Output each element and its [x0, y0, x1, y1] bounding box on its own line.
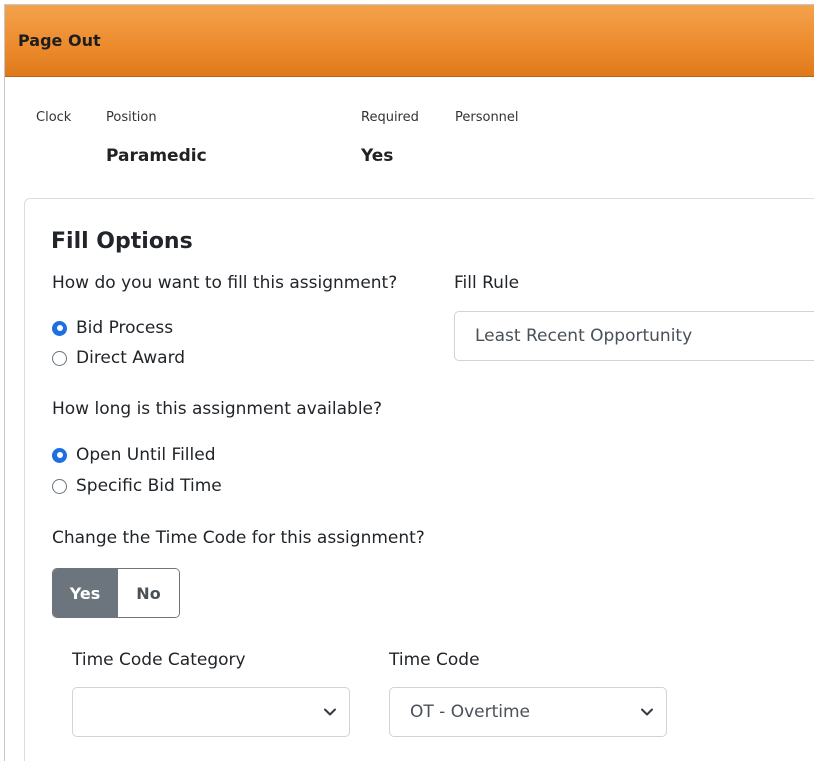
radio-open-until-filled-indicator[interactable]: [52, 447, 67, 463]
radio-bid-process-indicator[interactable]: [52, 320, 67, 336]
chevron-down-icon: [324, 708, 336, 716]
time-code-toggle: Yes No: [52, 568, 180, 618]
radio-open-until-filled-label: Open Until Filled: [76, 445, 216, 465]
fill-options-card: Fill Options How do you want to fill thi…: [24, 198, 814, 761]
time-code-label: Time Code: [389, 650, 480, 670]
radio-specific-bid-time-indicator[interactable]: [52, 478, 67, 494]
fill-rule-label: Fill Rule: [454, 273, 520, 293]
page-title: Page Out: [18, 31, 101, 50]
radio-specific-bid-time[interactable]: Specific Bid Time: [52, 476, 222, 496]
time-code-value: OT - Overtime: [410, 702, 531, 722]
radio-direct-award-label: Direct Award: [76, 348, 186, 368]
time-code-question: Change the Time Code for this assignment…: [52, 528, 425, 548]
time-code-select[interactable]: OT - Overtime: [389, 687, 667, 737]
toggle-yes-button[interactable]: Yes: [53, 569, 117, 617]
page-header: Page Out: [5, 5, 814, 77]
radio-direct-award-indicator[interactable]: [52, 350, 67, 366]
position-label: Position: [106, 110, 157, 125]
radio-open-until-filled[interactable]: Open Until Filled: [52, 445, 216, 465]
toggle-no-button[interactable]: No: [117, 569, 179, 617]
radio-bid-process-label: Bid Process: [76, 318, 174, 338]
required-value: Yes: [361, 146, 394, 166]
required-label: Required: [361, 110, 419, 125]
page-frame: Page Out Clock Position Paramedic Requir…: [4, 4, 814, 761]
clock-label: Clock: [36, 110, 72, 125]
availability-question: How long is this assignment available?: [52, 399, 383, 419]
time-code-category-label: Time Code Category: [72, 650, 246, 670]
chevron-down-icon: [641, 708, 653, 716]
fill-rule-field[interactable]: Least Recent Opportunity: [454, 311, 814, 361]
fill-method-question: How do you want to fill this assignment?: [52, 273, 398, 293]
time-code-category-select[interactable]: [72, 687, 350, 737]
personnel-label: Personnel: [455, 110, 519, 125]
assignment-info: Clock Position Paramedic Required Yes Pe…: [5, 77, 814, 197]
fill-rule-value: Least Recent Opportunity: [475, 326, 693, 346]
radio-direct-award[interactable]: Direct Award: [52, 348, 185, 368]
radio-specific-bid-time-label: Specific Bid Time: [76, 476, 222, 496]
fill-options-title: Fill Options: [51, 229, 193, 254]
radio-bid-process[interactable]: Bid Process: [52, 318, 173, 338]
position-value: Paramedic: [106, 146, 207, 166]
